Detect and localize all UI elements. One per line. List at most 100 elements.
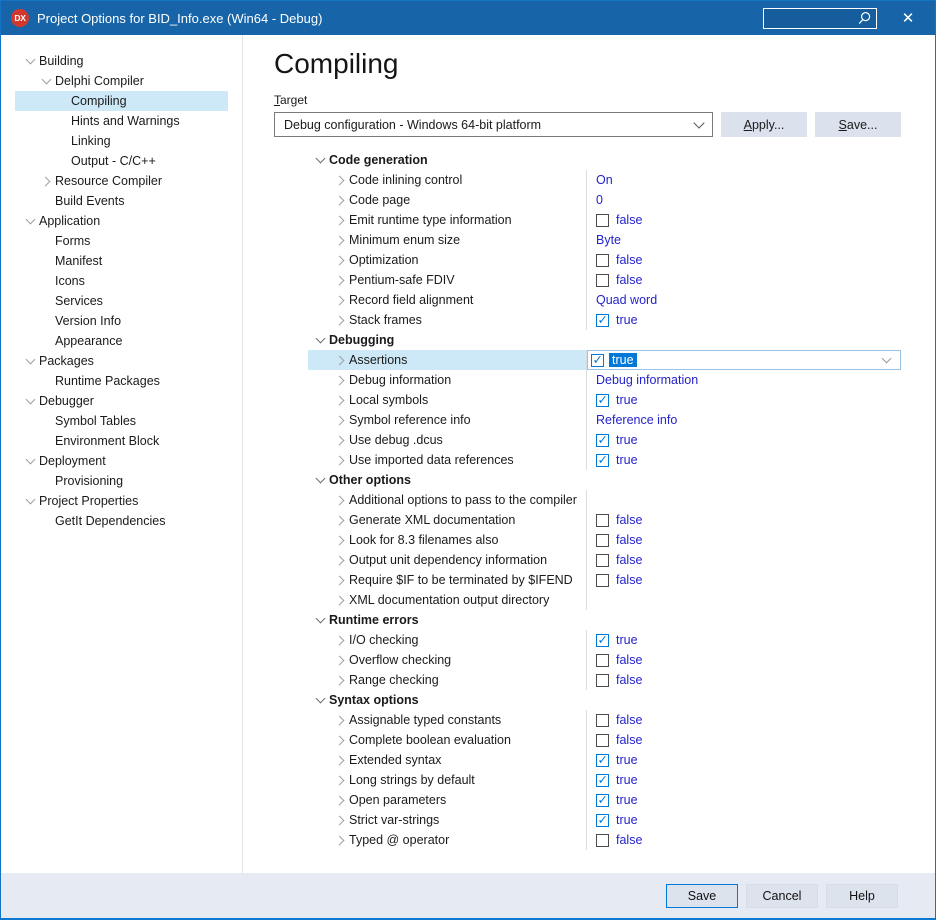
- chevron-right-icon[interactable]: [331, 710, 349, 730]
- checkbox[interactable]: [596, 254, 609, 267]
- option-value-cell[interactable]: false: [586, 510, 901, 530]
- option-row-minimum-enum-size[interactable]: Minimum enum sizeByte: [308, 230, 901, 250]
- chevron-down-icon[interactable]: [21, 211, 39, 231]
- chevron-right-icon[interactable]: [331, 310, 349, 330]
- sidebar-item-deployment[interactable]: Deployment: [15, 451, 228, 471]
- chevron-right-icon[interactable]: [331, 450, 349, 470]
- checkbox[interactable]: [596, 534, 609, 547]
- checkbox[interactable]: [596, 834, 609, 847]
- option-row-stack-frames[interactable]: Stack framestrue: [308, 310, 901, 330]
- chevron-right-icon[interactable]: [331, 290, 349, 310]
- sidebar-item-services[interactable]: Services: [15, 291, 228, 311]
- option-row-optimization[interactable]: Optimizationfalse: [308, 250, 901, 270]
- option-value-cell[interactable]: Quad word: [586, 290, 901, 310]
- chevron-right-icon[interactable]: [331, 510, 349, 530]
- chevron-right-icon[interactable]: [331, 230, 349, 250]
- checkbox[interactable]: [596, 274, 609, 287]
- checkbox[interactable]: [596, 514, 609, 527]
- option-row-i-o-checking[interactable]: I/O checkingtrue: [308, 630, 901, 650]
- sidebar-item-provisioning[interactable]: Provisioning: [15, 471, 228, 491]
- chevron-right-icon[interactable]: [331, 430, 349, 450]
- option-value-cell[interactable]: false: [586, 710, 901, 730]
- checkbox[interactable]: [596, 654, 609, 667]
- chevron-right-icon[interactable]: [331, 530, 349, 550]
- option-row-symbol-reference-info[interactable]: Symbol reference infoReference info: [308, 410, 901, 430]
- option-value-cell[interactable]: false: [586, 530, 901, 550]
- option-value-cell[interactable]: Reference info: [586, 410, 901, 430]
- option-value-cell[interactable]: true: [586, 450, 901, 470]
- sidebar-item-application[interactable]: Application: [15, 211, 228, 231]
- sidebar-item-packages[interactable]: Packages: [15, 351, 228, 371]
- option-row-record-field-alignment[interactable]: Record field alignmentQuad word: [308, 290, 901, 310]
- option-value-cell[interactable]: 0: [586, 190, 901, 210]
- chevron-right-icon[interactable]: [331, 190, 349, 210]
- option-section-other-options[interactable]: Other options: [308, 470, 901, 490]
- chevron-down-icon[interactable]: [21, 51, 39, 71]
- option-value-cell[interactable]: true: [586, 770, 901, 790]
- sidebar-item-project-properties[interactable]: Project Properties: [15, 491, 228, 511]
- option-row-open-parameters[interactable]: Open parameterstrue: [308, 790, 901, 810]
- option-value-cell[interactable]: false: [586, 730, 901, 750]
- save-button[interactable]: Save: [666, 884, 738, 908]
- option-value-cell[interactable]: On: [586, 170, 901, 190]
- chevron-right-icon[interactable]: [331, 270, 349, 290]
- sidebar-item-debugger[interactable]: Debugger: [15, 391, 228, 411]
- option-section-code-generation[interactable]: Code generation: [308, 150, 901, 170]
- chevron-right-icon[interactable]: [331, 730, 349, 750]
- chevron-right-icon[interactable]: [331, 490, 349, 510]
- sidebar-item-runtime-packages[interactable]: Runtime Packages: [15, 371, 228, 391]
- sidebar-item-linking[interactable]: Linking: [15, 131, 228, 151]
- option-value-cell[interactable]: true: [586, 790, 901, 810]
- option-value-cell[interactable]: [586, 590, 901, 610]
- option-row-output-unit-dependency-information[interactable]: Output unit dependency informationfalse: [308, 550, 901, 570]
- chevron-down-icon[interactable]: [882, 354, 892, 364]
- sidebar-item-resource-compiler[interactable]: Resource Compiler: [15, 171, 228, 191]
- chevron-down-icon[interactable]: [311, 610, 329, 630]
- chevron-right-icon[interactable]: [331, 750, 349, 770]
- sidebar-item-forms[interactable]: Forms: [15, 231, 228, 251]
- checkbox[interactable]: [596, 714, 609, 727]
- sidebar-item-icons[interactable]: Icons: [15, 271, 228, 291]
- sidebar-item-build-events[interactable]: Build Events: [15, 191, 228, 211]
- search-icon[interactable]: [857, 11, 872, 26]
- checkbox[interactable]: [596, 554, 609, 567]
- checkbox[interactable]: [596, 734, 609, 747]
- option-value-cell[interactable]: Debug information: [586, 370, 901, 390]
- option-row-typed-operator[interactable]: Typed @ operatorfalse: [308, 830, 901, 850]
- sidebar-item-output-c-c[interactable]: Output - C/C++: [15, 151, 228, 171]
- chevron-right-icon[interactable]: [331, 810, 349, 830]
- checkbox[interactable]: [596, 634, 609, 647]
- option-value-cell[interactable]: true: [586, 350, 901, 370]
- close-icon[interactable]: ✕: [891, 1, 925, 35]
- chevron-right-icon[interactable]: [331, 670, 349, 690]
- chevron-down-icon[interactable]: [37, 71, 55, 91]
- option-row-look-for-8-3-filenames-also[interactable]: Look for 8.3 filenames alsofalse: [308, 530, 901, 550]
- option-row-strict-var-strings[interactable]: Strict var-stringstrue: [308, 810, 901, 830]
- chevron-right-icon[interactable]: [331, 370, 349, 390]
- option-row-debug-information[interactable]: Debug informationDebug information: [308, 370, 901, 390]
- option-value-cell[interactable]: false: [586, 210, 901, 230]
- option-row-local-symbols[interactable]: Local symbolstrue: [308, 390, 901, 410]
- chevron-down-icon[interactable]: [693, 117, 704, 128]
- sidebar-item-compiling[interactable]: Compiling: [15, 91, 228, 111]
- checkbox[interactable]: [596, 454, 609, 467]
- option-row-additional-options-to-pass-to-the-compiler[interactable]: Additional options to pass to the compil…: [308, 490, 901, 510]
- sidebar-item-appearance[interactable]: Appearance: [15, 331, 228, 351]
- chevron-down-icon[interactable]: [21, 391, 39, 411]
- checkbox[interactable]: [596, 774, 609, 787]
- option-value-cell[interactable]: false: [586, 250, 901, 270]
- option-value-cell[interactable]: true: [586, 310, 901, 330]
- option-row-xml-documentation-output-directory[interactable]: XML documentation output directory: [308, 590, 901, 610]
- option-value-cell[interactable]: false: [586, 550, 901, 570]
- sidebar-item-delphi-compiler[interactable]: Delphi Compiler: [15, 71, 228, 91]
- option-value-cell[interactable]: Byte: [586, 230, 901, 250]
- cancel-button[interactable]: Cancel: [746, 884, 818, 908]
- option-row-range-checking[interactable]: Range checkingfalse: [308, 670, 901, 690]
- option-row-assertions[interactable]: Assertionstrue: [308, 350, 901, 370]
- sidebar-item-getit-dependencies[interactable]: GetIt Dependencies: [15, 511, 228, 531]
- search-input[interactable]: [764, 11, 857, 25]
- checkbox[interactable]: [596, 394, 609, 407]
- option-section-syntax-options[interactable]: Syntax options: [308, 690, 901, 710]
- option-value-cell[interactable]: true: [586, 750, 901, 770]
- option-row-overflow-checking[interactable]: Overflow checkingfalse: [308, 650, 901, 670]
